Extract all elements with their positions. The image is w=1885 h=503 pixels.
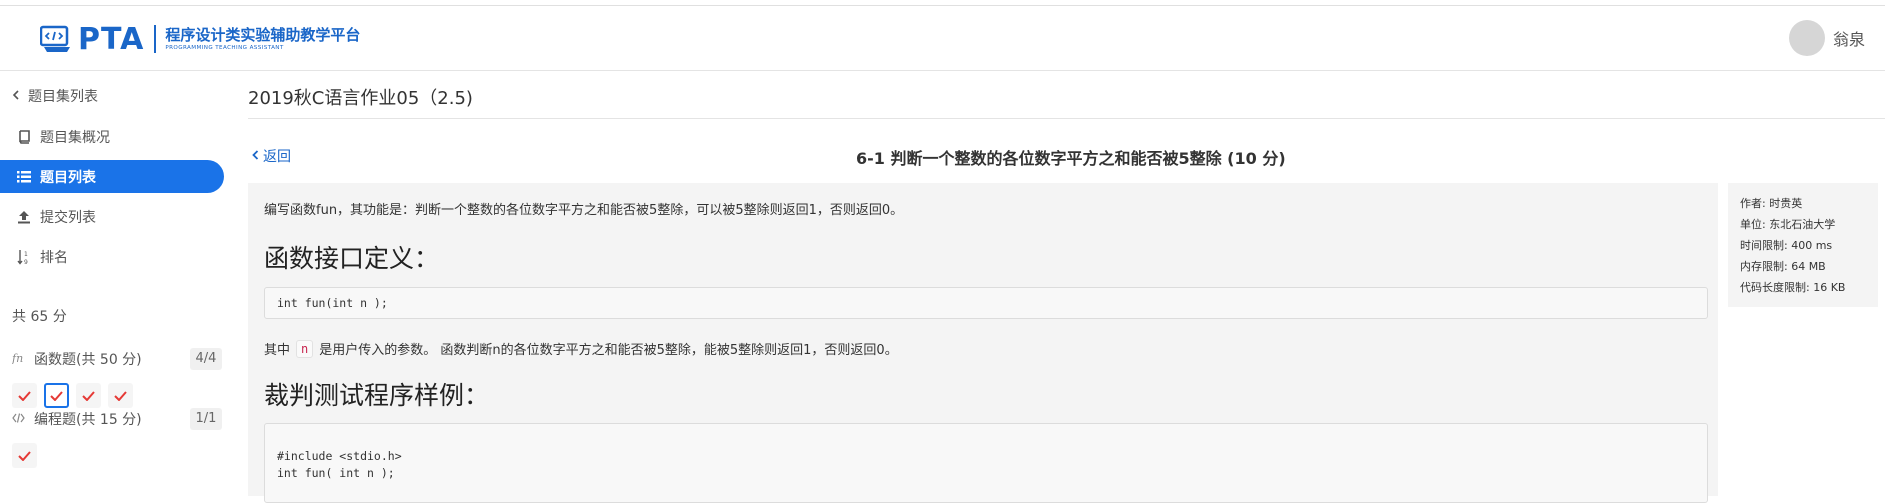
code-line: int fun( int n ); <box>277 466 395 480</box>
total-score: 共 65 分 <box>12 309 67 325</box>
author-info: 作者: 时贵英 <box>1740 197 1803 210</box>
time-limit: 时间限制: 400 ms <box>1740 239 1833 252</box>
top-header: PTA 程序设计类实验辅助教学平台 PROGRAMMING TEACHING A… <box>0 6 1885 71</box>
group-count-badge: 1/1 <box>190 408 222 430</box>
memory-limit: 内存限制: 64 MB <box>1740 260 1826 273</box>
problem-statement: 编写函数fun，其功能是：判断一个整数的各位数字平方之和能否被5整除，可以被5整… <box>248 183 1718 503</box>
problem-set-list-label: 题目集列表 <box>28 89 98 105</box>
sample-code-block: #include <stdio.h> int fun( int n ); <box>264 423 1708 503</box>
main-content: 2019秋C语言作业05（2.5) 返回 6-1 判断一个整数的各位数字平方之和… <box>248 72 1885 503</box>
problem-status-list <box>12 383 222 408</box>
sidebar-item-submissions[interactable]: 提交列表 <box>0 200 224 233</box>
parameter-note: 其中 n 是用户传入的参数。 函数判断n的各位数字平方之和能否被5整除，能被5整… <box>264 339 898 358</box>
problem-set-list-link[interactable]: 题目集列表 <box>12 86 98 106</box>
inline-code: n <box>296 339 314 358</box>
check-icon <box>18 390 31 401</box>
sidebar: 题目集列表 题目集概况 题目列表 提交列表 19 排名 共 65 分 fn 函数… <box>0 72 232 496</box>
check-icon <box>50 390 63 401</box>
group-label: 编程题(共 15 分) <box>34 412 142 428</box>
logo-separator <box>154 25 157 53</box>
interface-code-block: int fun(int n ); <box>264 287 1708 319</box>
avatar[interactable] <box>1788 20 1825 56</box>
check-icon <box>114 390 127 401</box>
sort-icon: 19 <box>16 249 32 265</box>
user-menu[interactable]: 翁泉 <box>1788 20 1865 56</box>
problem-status-passed-current[interactable] <box>44 383 69 408</box>
logo-chinese-name: 程序设计类实验辅助教学平台 <box>165 26 361 44</box>
chevron-left-icon <box>252 149 259 163</box>
programming-problems-group: 编程题(共 15 分) 1/1 <box>12 407 222 468</box>
check-icon <box>82 390 95 401</box>
back-link[interactable]: 返回 <box>252 146 291 166</box>
problem-status-list <box>12 443 222 468</box>
function-problems-group: fn 函数题(共 50 分) 4/4 <box>11 347 222 408</box>
svg-text:9: 9 <box>24 259 28 265</box>
note-text: 是用户传入的参数。 函数判断n的各位数字平方之和能否被5整除，能被5整除则返回1… <box>319 343 898 358</box>
code-icon <box>12 412 26 427</box>
group-header[interactable]: 编程题(共 15 分) 1/1 <box>12 407 222 431</box>
sidebar-item-overview[interactable]: 题目集概况 <box>0 120 224 153</box>
logo-subtitle: 程序设计类实验辅助教学平台 PROGRAMMING TEACHING ASSIS… <box>165 26 360 52</box>
sidebar-item-label: 题目集概况 <box>40 129 110 146</box>
problem-description: 编写函数fun，其功能是：判断一个整数的各位数字平方之和能否被5整除，可以被5整… <box>264 203 904 218</box>
list-icon <box>16 169 32 185</box>
section-heading-sample: 裁判测试程序样例： <box>264 381 490 410</box>
problem-status-passed[interactable] <box>12 443 37 468</box>
section-heading-interface: 函数接口定义： <box>264 244 440 273</box>
sidebar-item-label: 题目列表 <box>40 169 96 186</box>
problem-status-passed[interactable] <box>12 383 37 408</box>
sidebar-item-ranking[interactable]: 19 排名 <box>0 240 224 273</box>
chevron-left-icon <box>12 89 20 103</box>
book-icon <box>16 129 32 145</box>
upload-icon <box>16 209 32 225</box>
problem-status-passed[interactable] <box>76 383 101 408</box>
unit-info: 单位: 东北石油大学 <box>1740 218 1836 231</box>
group-count-badge: 4/4 <box>190 348 222 370</box>
svg-text:fn: fn <box>12 352 23 364</box>
problem-meta-panel: 作者: 时贵英 单位: 东北石油大学 时间限制: 400 ms 内存限制: 64… <box>1728 183 1878 307</box>
sidebar-item-label: 排名 <box>40 249 68 266</box>
divider <box>248 118 1885 119</box>
logo-english-name: PROGRAMMING TEACHING ASSISTANT <box>165 45 284 51</box>
pta-logo[interactable]: PTA 程序设计类实验辅助教学平台 PROGRAMMING TEACHING A… <box>40 21 360 57</box>
logo-wordmark: PTA <box>78 21 145 57</box>
function-icon: fn <box>11 352 26 367</box>
problem-status-passed[interactable] <box>108 383 133 408</box>
sidebar-item-label: 提交列表 <box>40 209 96 226</box>
code-length-limit: 代码长度限制: 16 KB <box>1740 281 1846 294</box>
note-text: 其中 <box>264 343 291 358</box>
logo-icon <box>40 25 70 52</box>
code-line: #include <stdio.h> <box>277 449 402 463</box>
sidebar-item-problem-list[interactable]: 题目列表 <box>0 160 224 193</box>
back-label: 返回 <box>263 149 291 165</box>
sidebar-nav: 题目集概况 题目列表 提交列表 19 排名 <box>0 120 224 280</box>
group-header[interactable]: fn 函数题(共 50 分) 4/4 <box>11 347 222 371</box>
check-icon <box>18 450 31 461</box>
svg-text:1: 1 <box>24 251 28 258</box>
problem-title: 6-1 判断一个整数的各位数字平方之和能否被5整除 (10 分) <box>856 149 1286 168</box>
user-name[interactable]: 翁泉 <box>1833 26 1865 50</box>
group-label: 函数题(共 50 分) <box>34 352 142 368</box>
problem-set-title: 2019秋C语言作业05（2.5) <box>248 88 473 109</box>
